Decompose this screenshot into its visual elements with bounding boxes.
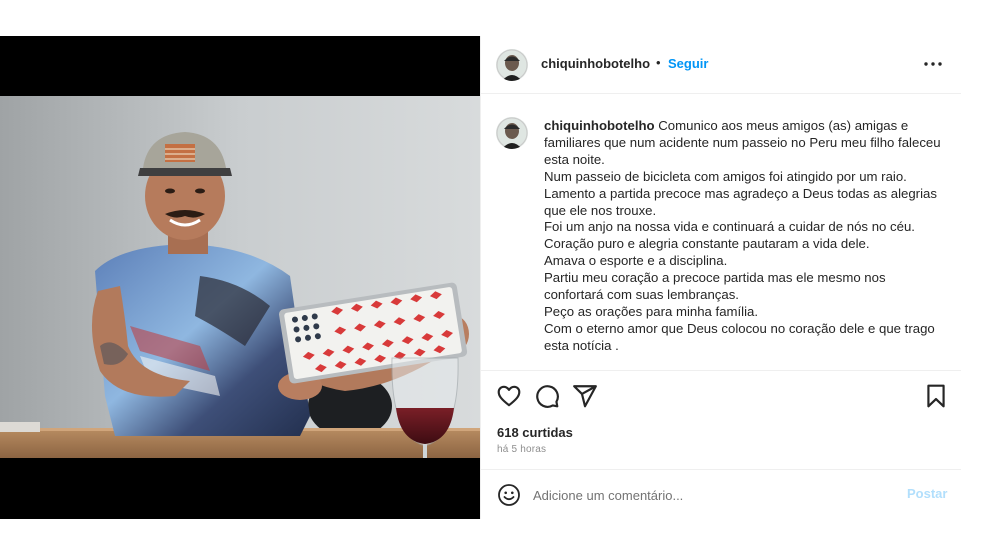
bookmark-icon[interactable] [923,383,949,409]
likes-count[interactable]: 618 curtidas [497,425,573,440]
caption-line: Foi um anjo na nossa vida e continuará a… [544,219,915,235]
caption-username[interactable]: chiquinhobotelho [544,118,655,133]
caption-line: Num passeio de bicicleta com amigos foi … [544,168,907,184]
caption-text: Comunico aos meus amigos (as) amigas e [658,118,909,133]
caption-line: Peço as orações para minha família. [544,303,759,319]
caption-line: esta noite. [544,151,605,167]
caption-line: Amava o esporte e a disciplina. [544,253,728,269]
instagram-post-modal: chiquinhobotelho • Seguir chiquinhobotel… [0,0,984,554]
caption-line: chiquinhobotelho Comunico aos meus amigo… [544,118,949,135]
caption-line: confortará com suas lembranças. [544,287,739,303]
caption-line: Partiu meu coração a precoce partida mas… [544,270,886,286]
caption-line: que ele nos trouxe. [544,202,657,218]
share-icon[interactable] [572,383,598,409]
caption-line: Com o eterno amor que Deus colocou no co… [544,320,935,336]
photo-illustration [0,96,480,458]
header-separator: • [656,55,661,70]
avatar[interactable] [496,49,528,81]
caption-line: esta notícia . [544,337,619,353]
heart-icon[interactable] [496,383,522,409]
comment-input[interactable] [533,484,893,506]
action-bar [481,370,961,420]
avatar-image [496,117,528,149]
more-options-icon[interactable] [921,54,945,74]
caption-line: familiares que num acidente num passeio … [544,134,941,150]
post-header: chiquinhobotelho • Seguir [481,36,961,94]
post-comment-button[interactable]: Postar [907,486,947,501]
caption-line: Lamento a partida precoce mas agradeço a… [544,185,937,201]
post-caption: chiquinhobotelho Comunico aos meus amigo… [544,118,949,355]
post-media [0,36,480,519]
avatar-image [496,49,528,81]
post-timestamp[interactable]: há 5 horas [497,444,546,455]
header-username[interactable]: chiquinhobotelho [541,56,650,71]
emoji-icon[interactable] [497,483,521,507]
caption-avatar[interactable] [496,117,528,149]
post-details-panel: chiquinhobotelho • Seguir chiquinhobotel… [480,36,961,519]
comments-section: chiquinhobotelho Comunico aos meus amigo… [481,95,961,370]
post-photo[interactable] [0,96,480,458]
caption-line: Coração puro e alegria constante pautara… [544,236,870,252]
add-comment-bar: Postar [481,469,961,519]
follow-button[interactable]: Seguir [668,56,708,71]
comment-icon[interactable] [534,383,560,409]
